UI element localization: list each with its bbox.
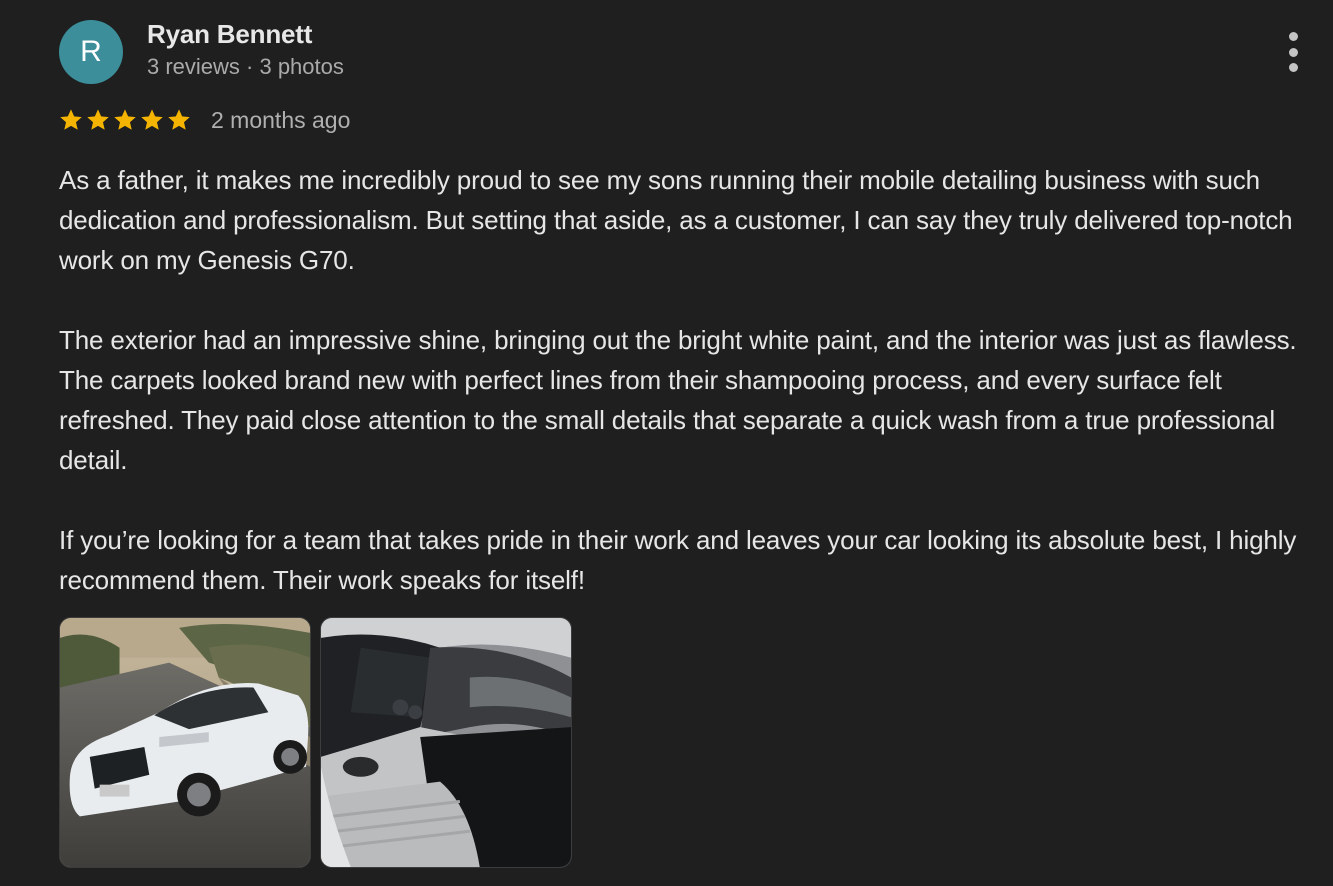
review-text: As a father, it makes me incredibly prou… xyxy=(59,160,1321,600)
photo-thumbnail-car-exterior[interactable] xyxy=(59,617,311,868)
star-icon xyxy=(87,109,109,130)
photo-thumbnail-car-interior[interactable] xyxy=(320,617,572,868)
menu-dot xyxy=(1288,63,1298,72)
star-icon xyxy=(168,109,190,130)
review-paragraph: If you’re looking for a team that takes … xyxy=(59,525,1297,595)
star-icon xyxy=(141,109,163,130)
review-photos xyxy=(59,617,572,868)
review-date: 2 months ago xyxy=(211,107,351,133)
avatar[interactable]: R xyxy=(59,20,123,84)
review-paragraph: As a father, it makes me incredibly prou… xyxy=(59,165,1293,275)
menu-dot xyxy=(1288,47,1298,57)
menu-dot xyxy=(1288,32,1298,41)
reviewer-name[interactable]: Ryan Bennett xyxy=(147,19,312,50)
star-icon xyxy=(60,109,82,130)
review-paragraph: The exterior had an impressive shine, br… xyxy=(59,325,1297,475)
star-icon xyxy=(114,109,136,130)
reviewer-meta: 3 reviews · 3 photos xyxy=(147,54,344,79)
car-exterior-image xyxy=(60,618,310,867)
review-card: R Ryan Bennett 3 reviews · 3 photos 2 mo… xyxy=(0,0,1333,886)
more-options-icon[interactable] xyxy=(1280,32,1306,72)
star-rating xyxy=(58,107,192,133)
car-interior-image xyxy=(321,618,571,867)
